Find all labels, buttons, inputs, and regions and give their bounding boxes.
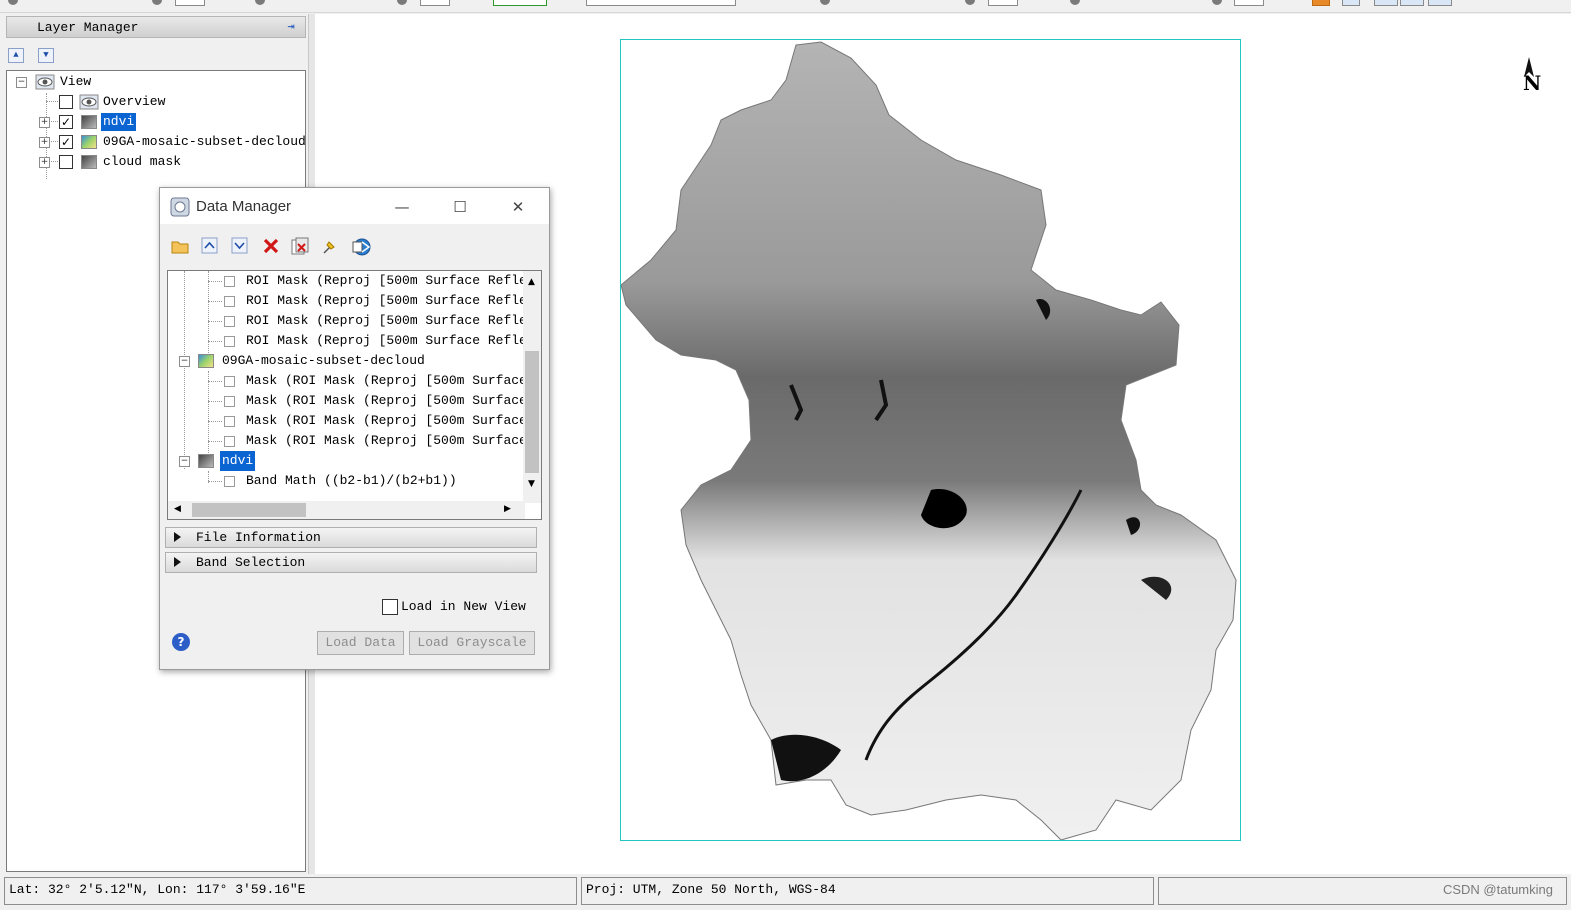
- collapse-icon[interactable]: −: [179, 456, 190, 467]
- move-down-button[interactable]: ▼: [38, 48, 54, 63]
- view-eye-icon: [35, 74, 57, 90]
- maximize-button[interactable]: ☐: [440, 194, 480, 220]
- data-manager-title: Data Manager: [196, 198, 292, 215]
- remove-file-icon[interactable]: [261, 236, 281, 256]
- band-checkbox[interactable]: [224, 416, 235, 427]
- toolbar-field[interactable]: [493, 0, 547, 6]
- layer-manager-titlebar: Layer Manager ⇥: [6, 16, 306, 38]
- expand-icon[interactable]: +: [39, 137, 50, 148]
- band-checkbox[interactable]: [224, 436, 235, 447]
- layer-manager-title: Layer Manager: [37, 20, 139, 35]
- band-checkbox[interactable]: [224, 276, 235, 287]
- band-checkbox[interactable]: [224, 396, 235, 407]
- scroll-left-icon[interactable]: ◀: [174, 504, 181, 514]
- band-checkbox[interactable]: [224, 476, 235, 487]
- toolbar-field[interactable]: [175, 0, 205, 6]
- band-checkbox[interactable]: [224, 316, 235, 327]
- watermark: CSDN @tatumking: [1442, 882, 1553, 897]
- toolbar-field[interactable]: [1234, 0, 1264, 6]
- toolbar-icon[interactable]: [1400, 0, 1424, 6]
- collapse-icon[interactable]: −: [16, 77, 27, 88]
- layer-label: cloud mask: [103, 154, 182, 169]
- vertical-scrollbar[interactable]: ▲ ▼: [523, 271, 541, 503]
- expand-triangle-icon: [174, 557, 181, 567]
- layer-label: 09GA-mosaic-subset-decloud: [103, 134, 306, 149]
- color-raster-icon: [198, 354, 214, 368]
- band-checkbox[interactable]: [224, 296, 235, 307]
- ndvi-image: [620, 41, 1237, 841]
- data-manager-titlebar: Data Manager — ☐ ✕: [160, 188, 549, 224]
- layer-manager-link-icon[interactable]: [350, 236, 371, 256]
- layer-label: ndvi: [101, 113, 137, 131]
- toolbar-icon[interactable]: [965, 0, 975, 5]
- toolbar-icon[interactable]: [1374, 0, 1398, 6]
- move-up-icon[interactable]: [200, 236, 220, 256]
- band-selection-section[interactable]: Band Selection: [165, 552, 537, 573]
- move-up-button[interactable]: ▲: [8, 48, 24, 63]
- toolbar-icon[interactable]: [255, 0, 265, 5]
- expand-triangle-icon: [174, 532, 181, 542]
- minimize-button[interactable]: —: [382, 194, 422, 220]
- scroll-thumb[interactable]: [525, 351, 539, 473]
- scroll-up-icon[interactable]: ▲: [528, 277, 535, 287]
- data-manager-dialog: Data Manager — ☐ ✕ ROI Mask (Reproj [500…: [159, 187, 550, 670]
- color-raster-icon: [81, 135, 97, 149]
- toolbar-icon[interactable]: [397, 0, 407, 5]
- horizontal-scrollbar[interactable]: ◀ ▶: [168, 501, 525, 519]
- image-frame: [620, 39, 1241, 841]
- status-projection: Proj: UTM, Zone 50 North, WGS-84: [581, 877, 1154, 905]
- collapse-icon[interactable]: −: [179, 356, 190, 367]
- toolbar-icon[interactable]: [1312, 0, 1330, 6]
- help-icon[interactable]: ?: [172, 633, 190, 651]
- band-checkbox[interactable]: [224, 376, 235, 387]
- band-checkbox[interactable]: [224, 336, 235, 347]
- dock-icon[interactable]: ⇥: [283, 20, 299, 34]
- toolbar-icon[interactable]: [8, 0, 18, 5]
- expand-icon[interactable]: +: [39, 117, 50, 128]
- expand-icon[interactable]: +: [39, 157, 50, 168]
- toolbar-icon[interactable]: [152, 0, 162, 5]
- layer-visibility-checkbox[interactable]: ✓: [59, 115, 73, 129]
- status-coordinates: Lat: 32° 2'5.12"N, Lon: 117° 3'59.16"E: [4, 877, 577, 905]
- layer-label: Overview: [103, 94, 166, 109]
- toolbar-icon[interactable]: [1070, 0, 1080, 5]
- layer-visibility-checkbox[interactable]: ✓: [59, 135, 73, 149]
- layer-visibility-checkbox[interactable]: [59, 155, 73, 169]
- file-information-section[interactable]: File Information: [165, 527, 537, 548]
- toolbar-field[interactable]: [420, 0, 450, 6]
- toolbar-icon[interactable]: [1428, 0, 1452, 6]
- open-file-icon[interactable]: [170, 236, 190, 256]
- close-all-files-icon[interactable]: [290, 236, 310, 256]
- overview-eye-icon: [79, 94, 99, 110]
- toolbar-icon[interactable]: [1342, 0, 1360, 6]
- scroll-down-icon[interactable]: ▼: [528, 479, 535, 489]
- data-manager-file-tree[interactable]: ROI Mask (Reproj [500m Surface Refle ROI…: [167, 270, 542, 520]
- grayscale-raster-icon: [81, 155, 97, 169]
- close-button[interactable]: ✕: [498, 194, 538, 220]
- toolbar-field[interactable]: [988, 0, 1018, 6]
- toolbar-icon[interactable]: [1212, 0, 1222, 5]
- toolbar-field[interactable]: [586, 0, 736, 6]
- load-data-button[interactable]: Load Data: [317, 631, 404, 655]
- data-manager-app-icon: [170, 197, 190, 217]
- tree-root-label: View: [60, 74, 92, 89]
- toolbar-icon[interactable]: [820, 0, 830, 5]
- pin-icon[interactable]: [320, 236, 340, 256]
- scroll-thumb[interactable]: [192, 503, 306, 517]
- scroll-right-icon[interactable]: ▶: [504, 504, 511, 514]
- load-grayscale-button[interactable]: Load Grayscale: [409, 631, 535, 655]
- layer-visibility-checkbox[interactable]: [59, 95, 73, 109]
- grayscale-raster-icon: [198, 454, 214, 468]
- move-down-icon[interactable]: [230, 236, 250, 256]
- main-toolbar: [0, 0, 1571, 13]
- load-in-new-view-checkbox[interactable]: [382, 599, 398, 615]
- grayscale-raster-icon: [81, 115, 97, 129]
